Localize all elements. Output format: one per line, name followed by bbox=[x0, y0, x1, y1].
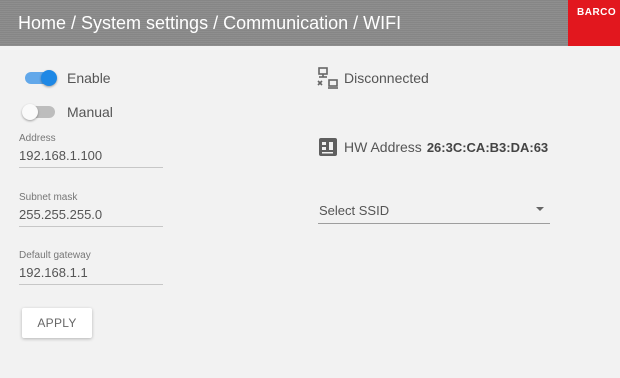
gateway-label: Default gateway bbox=[19, 250, 91, 261]
ssid-select[interactable]: Select SSID bbox=[318, 201, 550, 224]
breadcrumb: Home / System settings / Communication /… bbox=[18, 13, 402, 33]
enable-toggle[interactable] bbox=[25, 70, 57, 86]
address-label: Address bbox=[19, 133, 56, 144]
brand-logo-text: BARCO bbox=[577, 7, 617, 18]
chip-icon bbox=[319, 138, 337, 156]
toggle-knob bbox=[41, 70, 57, 86]
network-disconnected-icon bbox=[317, 67, 338, 89]
subnet-field: Subnet mask bbox=[19, 192, 163, 227]
gateway-input[interactable] bbox=[19, 262, 163, 285]
enable-label: Enable bbox=[67, 70, 111, 86]
enable-toggle-row[interactable]: Enable bbox=[25, 70, 111, 86]
connection-status: Disconnected bbox=[316, 66, 429, 90]
address-input[interactable] bbox=[19, 145, 163, 168]
hw-address-value: 26:3C:CA:B3:DA:63 bbox=[426, 139, 549, 155]
subnet-input[interactable] bbox=[19, 204, 163, 227]
manual-toggle[interactable] bbox=[22, 104, 55, 120]
apply-button[interactable]: APPLY bbox=[22, 308, 92, 338]
brand-logo: BARCO bbox=[568, 0, 620, 46]
manual-toggle-row[interactable]: Manual bbox=[22, 104, 113, 120]
toggle-knob bbox=[22, 104, 38, 120]
ssid-select-value: Select SSID bbox=[319, 203, 390, 218]
gateway-field: Default gateway bbox=[19, 250, 163, 285]
caret-down-icon bbox=[536, 207, 544, 211]
hw-address: HW Address 26:3C:CA:B3:DA:63 bbox=[318, 137, 548, 157]
subnet-label: Subnet mask bbox=[19, 192, 78, 203]
address-field: Address bbox=[19, 133, 163, 168]
status-text: Disconnected bbox=[344, 70, 429, 86]
hw-address-label: HW Address bbox=[344, 139, 422, 155]
header-bar: Home / System settings / Communication /… bbox=[0, 0, 620, 46]
manual-label: Manual bbox=[67, 104, 113, 120]
